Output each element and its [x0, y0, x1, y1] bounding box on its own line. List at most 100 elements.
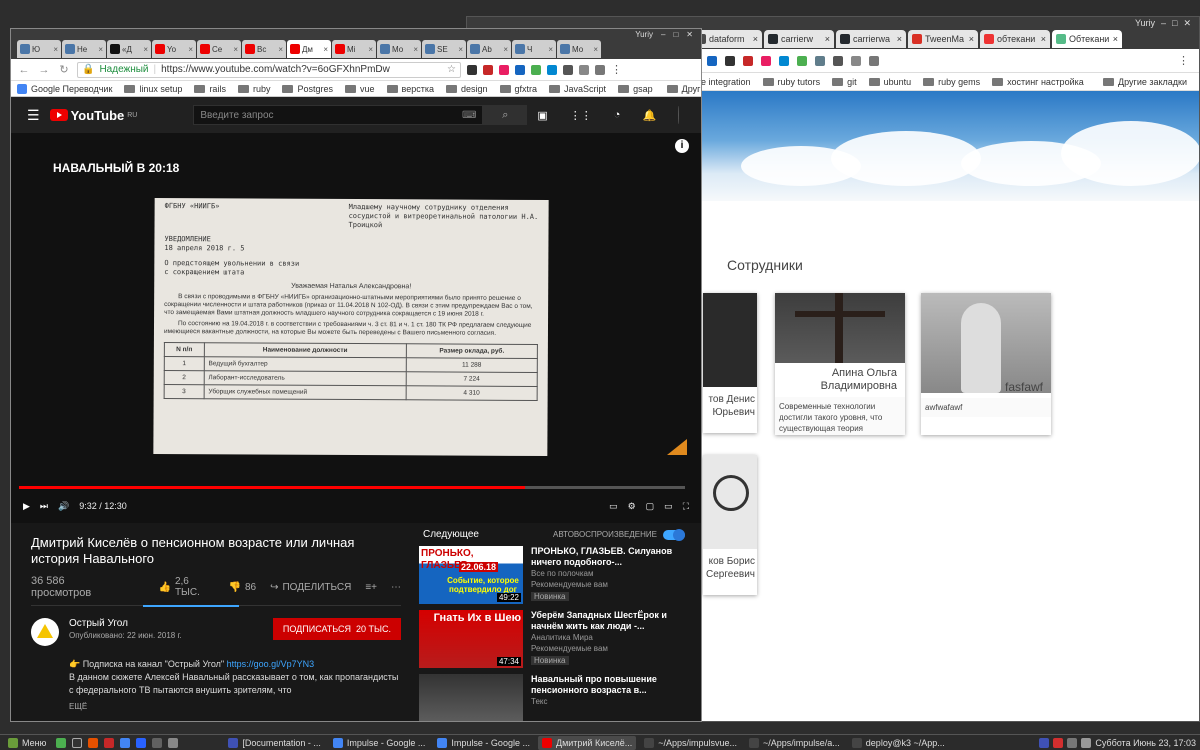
channel-name[interactable]: Острый Угол: [69, 618, 182, 629]
bookmark-item[interactable]: vue: [345, 84, 375, 94]
extension-icon[interactable]: [515, 64, 525, 75]
taskbar-window-button[interactable]: [Documentation - ...: [224, 736, 325, 750]
browser-tab[interactable]: «Д ×: [107, 40, 151, 58]
video-player[interactable]: НАВАЛЬНЫЙ В 20:18 i ФГБНУ «НИИГБ» Младше…: [11, 133, 701, 523]
bookmark-item[interactable]: e integration: [701, 77, 751, 87]
tab-close-icon[interactable]: ×: [503, 45, 508, 54]
keyboard-icon[interactable]: ⌨: [462, 110, 476, 121]
fullscreen-icon[interactable]: ⛶: [683, 501, 689, 512]
browser-tab[interactable]: Дм ×: [287, 40, 331, 58]
menu-icon[interactable]: ⋮: [1178, 54, 1189, 67]
extension-icon[interactable]: [595, 64, 605, 75]
extension-icon[interactable]: [869, 55, 879, 66]
browser-tab[interactable]: carrierwa ×: [836, 30, 906, 48]
bookmark-item[interactable]: design: [445, 84, 488, 94]
up-next-item[interactable]: Гнать Их в Шею 47:34 Уберём Западных ШестЁ…: [419, 610, 695, 668]
like-button[interactable]: 👍 2,6 ТЫС.: [158, 576, 214, 598]
info-icon[interactable]: i: [675, 139, 689, 153]
employee-card[interactable]: ков Борис Сергеевич: [703, 455, 757, 595]
tab-close-icon[interactable]: ×: [1113, 34, 1118, 44]
employee-card[interactable]: Апина Ольга Владимировна Современные тех…: [775, 293, 905, 435]
browser-tab[interactable]: Се ×: [197, 40, 241, 58]
bookmark-item[interactable]: git: [832, 77, 857, 87]
theater-mode-icon[interactable]: ▭: [664, 501, 673, 512]
employee-card[interactable]: fasfawf awfwafawf: [921, 293, 1051, 435]
minimize-icon[interactable]: –: [1161, 18, 1166, 28]
add-to-playlist-icon[interactable]: ≡+: [365, 582, 377, 593]
reload-icon[interactable]: ↻: [57, 63, 71, 76]
volume-icon[interactable]: 🔊: [58, 501, 69, 512]
extension-icon[interactable]: [815, 55, 825, 66]
close-icon[interactable]: ✕: [686, 30, 693, 39]
browser-tab[interactable]: carrierw ×: [764, 30, 834, 48]
tab-close-icon[interactable]: ×: [53, 45, 58, 54]
taskbar-window-button[interactable]: Impulse - Google ...: [433, 736, 534, 750]
maximize-icon[interactable]: □: [673, 30, 678, 39]
browser-tab[interactable]: Не ×: [62, 40, 106, 58]
bookmark-item[interactable]: верстка: [386, 84, 434, 94]
dislike-button[interactable]: 👎 86: [229, 582, 257, 593]
tab-close-icon[interactable]: ×: [233, 45, 238, 54]
extension-icon[interactable]: [707, 55, 717, 66]
taskbar-window-button[interactable]: Дмитрий Киселё...: [537, 735, 637, 750]
extension-icon[interactable]: [761, 55, 771, 66]
tab-close-icon[interactable]: ×: [1041, 34, 1046, 44]
menu-icon[interactable]: ⋮: [611, 63, 622, 76]
bookmark-star-icon[interactable]: ☆: [447, 64, 456, 75]
browser-tab[interactable]: обтекани ×: [980, 30, 1050, 48]
browser-tab[interactable]: Ч ×: [512, 40, 556, 58]
bookmark-item[interactable]: linux setup: [124, 84, 182, 94]
clock[interactable]: Суббота Июнь 23, 17:03: [1095, 738, 1196, 748]
browser-tab[interactable]: Мо ×: [557, 40, 601, 58]
extension-icon[interactable]: [531, 64, 541, 75]
maximize-icon[interactable]: □: [1172, 18, 1177, 28]
bookmark-item[interactable]: ruby gems: [923, 77, 980, 87]
browser-tab[interactable]: dataform ×: [692, 30, 762, 48]
volume-tray-icon[interactable]: [1081, 737, 1092, 748]
video-thumbnail[interactable]: Гнать Их в Шею 47:34: [419, 610, 523, 668]
browser-tab[interactable]: Вс ×: [242, 40, 286, 58]
subscribe-button[interactable]: ПОДПИСАТЬСЯ 20 ТЫС.: [272, 618, 401, 640]
extension-icon[interactable]: [851, 55, 861, 66]
extension-icon[interactable]: [579, 64, 589, 75]
tab-close-icon[interactable]: ×: [593, 45, 598, 54]
messages-icon[interactable]: ◔: [614, 109, 621, 121]
bookmark-item[interactable]: Google Переводчик: [17, 83, 112, 94]
extension-icon[interactable]: [743, 55, 753, 66]
tab-close-icon[interactable]: ×: [825, 34, 830, 44]
tab-close-icon[interactable]: ×: [188, 45, 193, 54]
bookmark-item[interactable]: gsap: [618, 84, 653, 94]
video-title[interactable]: ПРОНЬКО, ГЛАЗЬЕВ. Силуанов ничего подобн…: [531, 546, 695, 568]
other-bookmarks[interactable]: Другие закладки: [666, 84, 701, 94]
miniplayer-icon[interactable]: ▢: [646, 501, 655, 512]
app-icon[interactable]: [168, 737, 179, 748]
description-link[interactable]: https://goo.gl/Vp7YN3: [227, 659, 315, 669]
back-icon[interactable]: ←: [17, 64, 31, 76]
extension-icon[interactable]: [499, 64, 509, 75]
settings-gear-icon[interactable]: ⚙: [628, 501, 636, 512]
up-next-item[interactable]: ПРОНЬКО, ГЛАЗЬЕВ 22.06.18 Событие, которое…: [419, 546, 695, 604]
browser-tab[interactable]: Мі ×: [332, 40, 376, 58]
share-button[interactable]: ↪ ПОДЕЛИТЬСЯ: [270, 582, 351, 593]
video-title[interactable]: Навальный про повышение пенсионного возр…: [531, 674, 695, 696]
opera-icon[interactable]: [104, 737, 115, 748]
tab-close-icon[interactable]: ×: [413, 45, 418, 54]
video-title[interactable]: Уберём Западных ШестЁрок и начнём жить к…: [531, 610, 695, 632]
taskbar-window-button[interactable]: ~/Apps/impulse/a...: [745, 736, 844, 750]
extension-icon[interactable]: [725, 55, 735, 66]
tray-icon[interactable]: [1039, 737, 1050, 748]
youtube-logo[interactable]: YouTube RU: [49, 108, 137, 123]
close-icon[interactable]: ✕: [1183, 18, 1191, 29]
window-titlebar[interactable]: Yuriy – □ ✕: [11, 29, 701, 39]
tab-close-icon[interactable]: ×: [323, 45, 328, 54]
extension-icon[interactable]: [563, 64, 573, 75]
tab-close-icon[interactable]: ×: [98, 45, 103, 54]
tab-close-icon[interactable]: ×: [458, 45, 463, 54]
bookmark-item[interactable]: ubuntu: [868, 77, 911, 87]
search-input[interactable]: Введите запрос ⌨: [193, 105, 484, 125]
apps-grid-icon[interactable]: ⋮⋮: [570, 109, 592, 122]
bookmark-item[interactable]: rails: [194, 84, 226, 94]
extension-icon[interactable]: [779, 55, 789, 66]
progress-bar[interactable]: [19, 486, 685, 489]
employee-card[interactable]: тов Денис Юрьевич: [703, 293, 757, 433]
